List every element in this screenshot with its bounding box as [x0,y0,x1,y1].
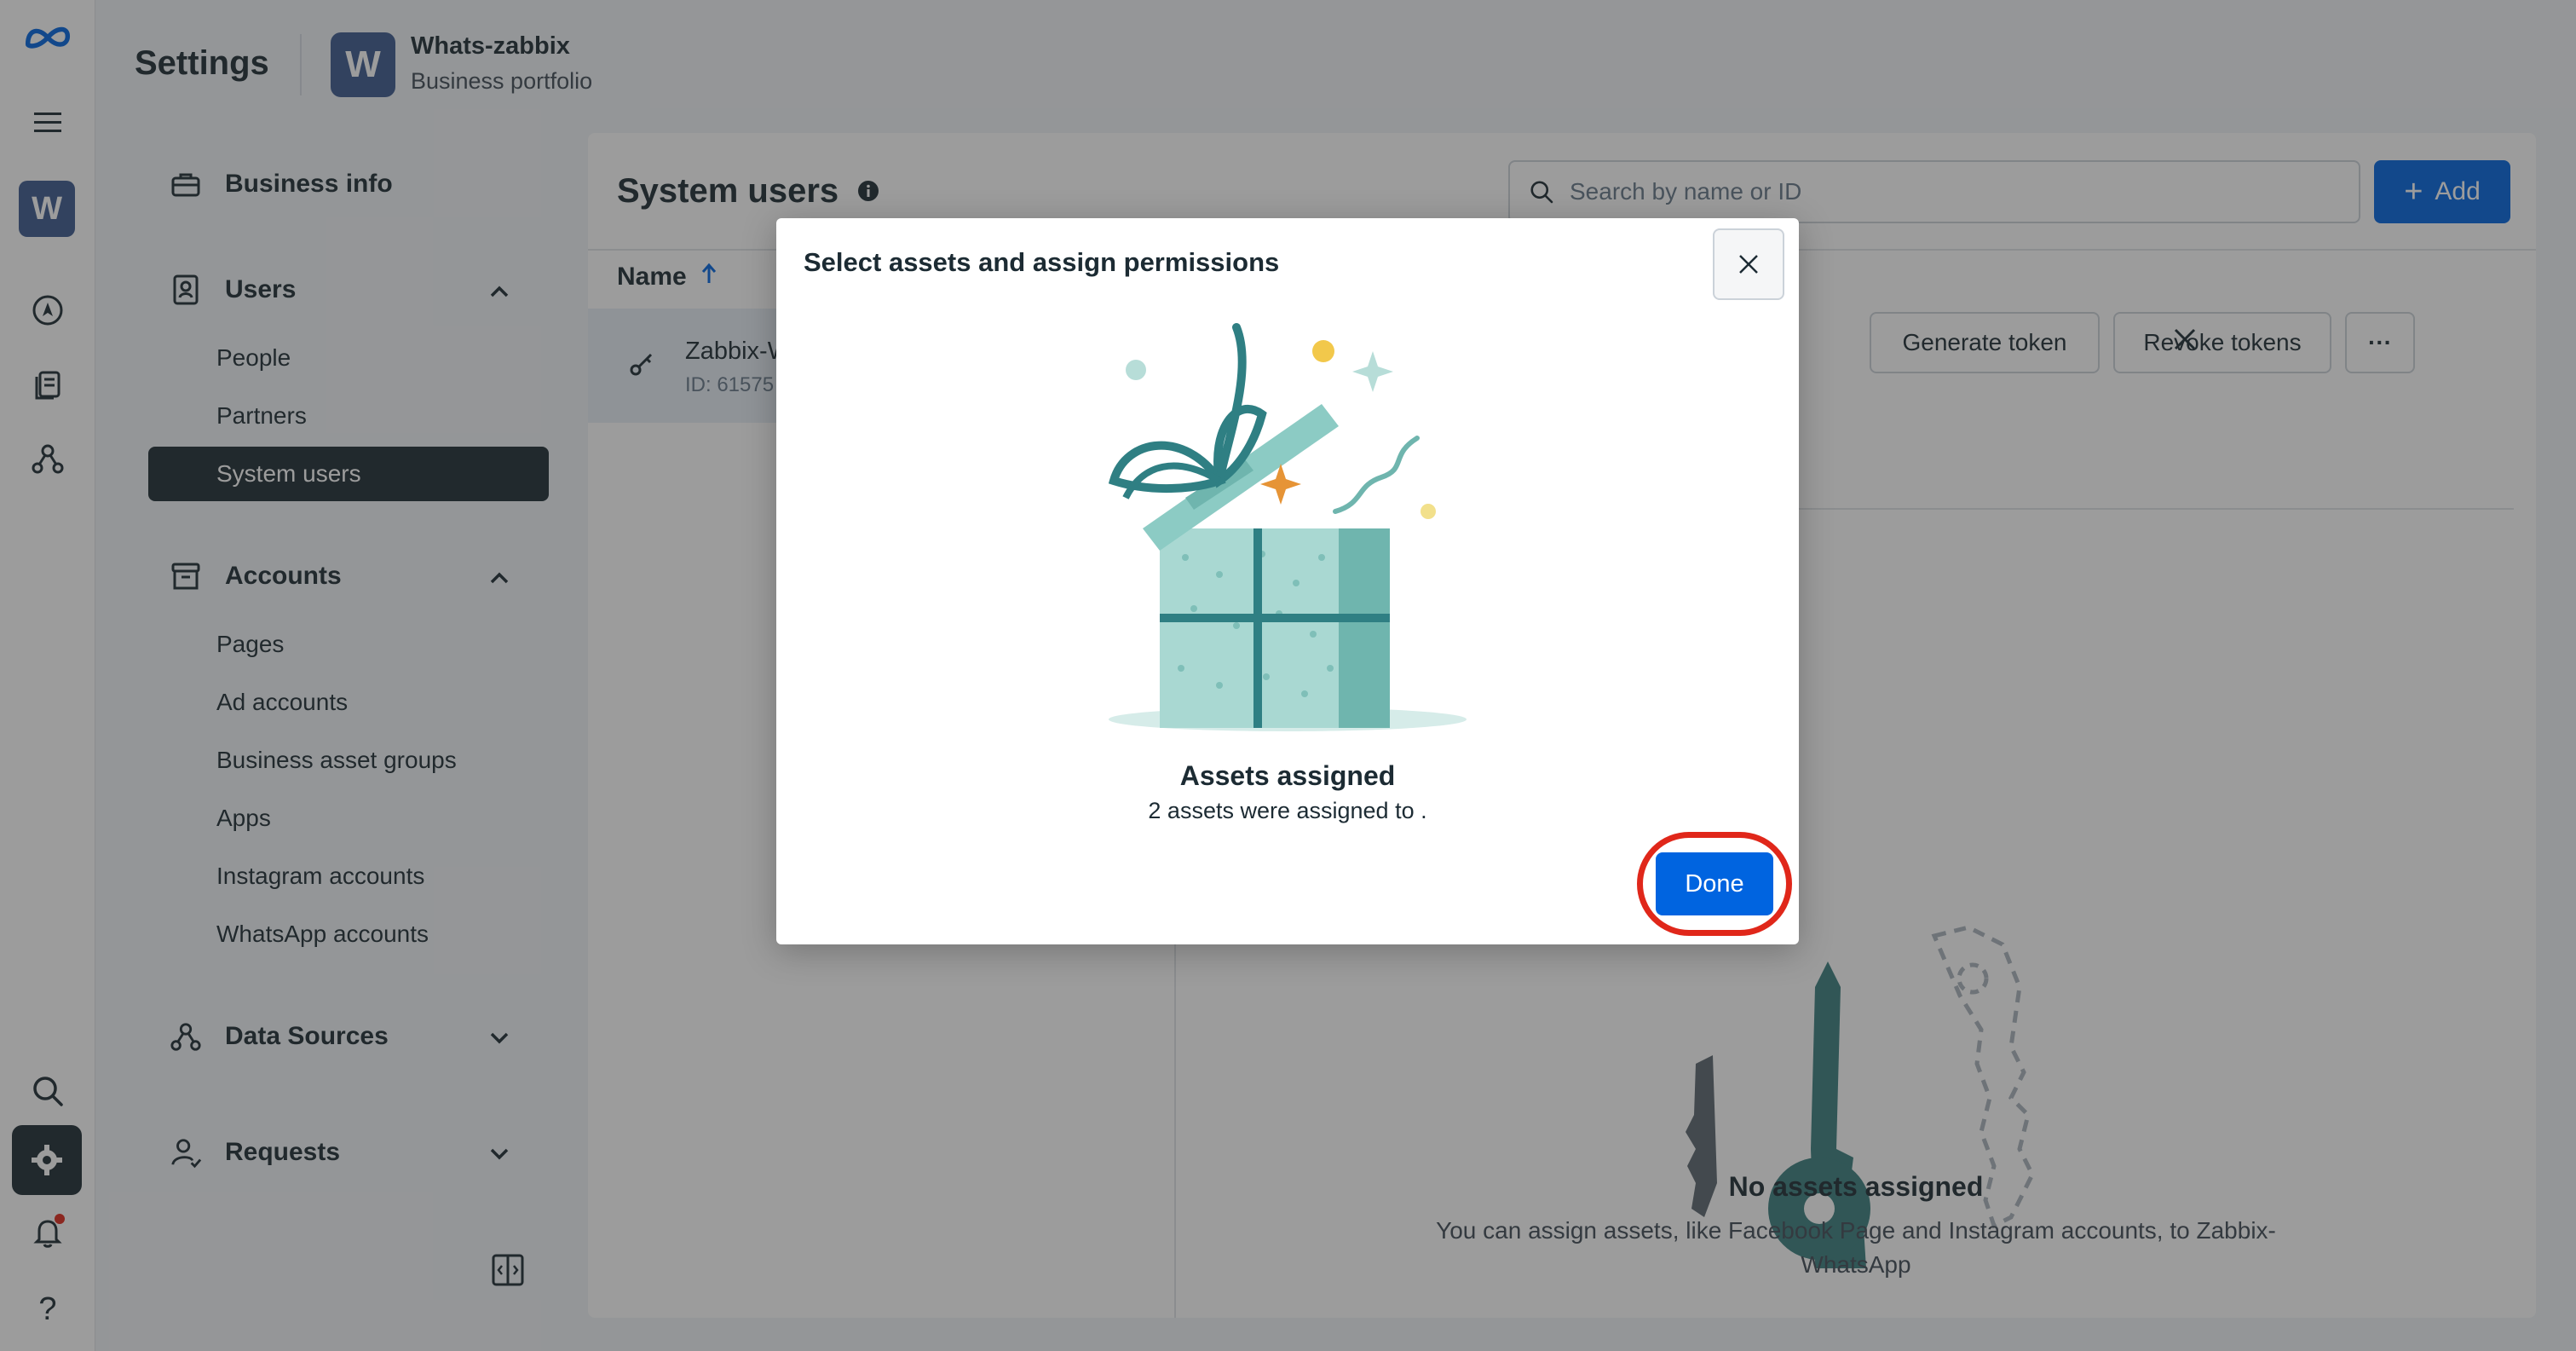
success-description: 2 assets were assigned to . [1148,798,1427,823]
done-button[interactable]: Done [1656,852,1773,915]
close-icon [1739,255,1758,274]
dialog-close-button[interactable] [1713,228,1784,300]
assign-assets-dialog: Select assets and assign permissions Ass… [776,218,1799,944]
dialog-title: Select assets and assign permissions [804,247,1280,277]
success-title: Assets assigned [1179,760,1396,791]
gift-box-illustration [1092,310,1484,741]
